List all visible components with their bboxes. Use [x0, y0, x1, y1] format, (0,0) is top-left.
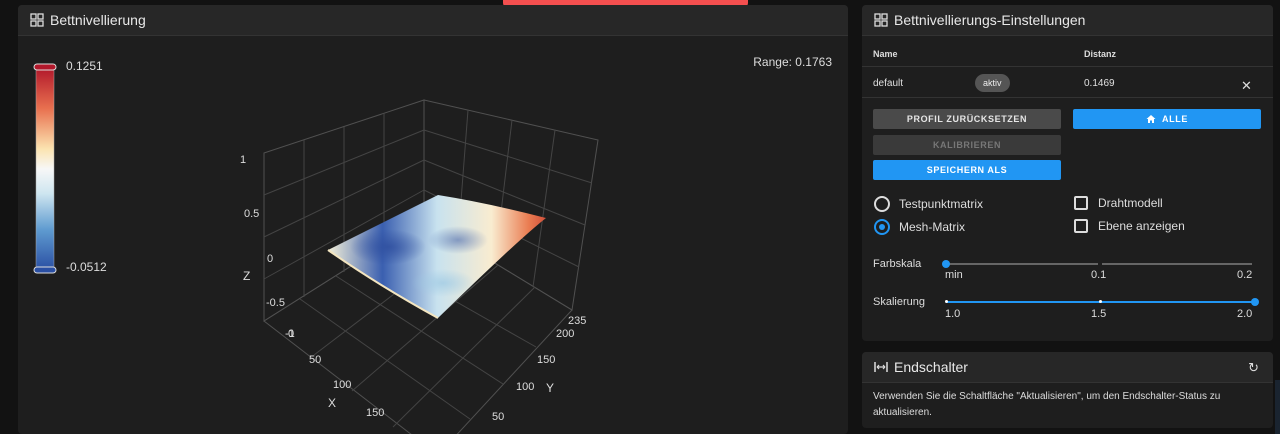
endstops-info-text: Verwenden Sie die Schaltfläche "Aktualis… [873, 391, 1221, 418]
x-axis-label: X [328, 396, 336, 410]
z-axis: 1 0.5 0 -0.5 -1 Z [240, 154, 295, 340]
color-scale-label: Farbskala [873, 258, 922, 270]
color-scale-tick: 0.2 [1237, 269, 1253, 281]
x-tick: 50 [309, 354, 321, 366]
z-tick: 0 [267, 253, 273, 265]
endstops-panel-header: Endschalter [862, 352, 1273, 383]
y-axis: 50 100 150 200 235 Y [492, 315, 586, 423]
slider-thumb[interactable] [1251, 298, 1259, 306]
mesh-panel: Bettnivellierung Range: 0.1763 1 0.5 0 -… [18, 5, 848, 434]
profile-distance: 0.1469 [1084, 78, 1115, 89]
radio-icon [874, 196, 890, 212]
y-axis-label: Y [546, 381, 554, 395]
settings-panel-title: Bettnivellierungs-Einstellungen [894, 12, 1086, 28]
colorbar-max-handle[interactable] [33, 63, 57, 71]
slider-track [1102, 263, 1252, 265]
x-tick: 0 [288, 328, 294, 340]
wireframe-label: Drahtmodell [1098, 196, 1163, 210]
z-axis-label: Z [243, 269, 250, 283]
show-plane-label: Ebene anzeigen [1098, 219, 1185, 233]
divider [862, 66, 1273, 67]
color-bar [33, 63, 57, 274]
colorbar-min-handle[interactable] [33, 266, 57, 274]
delete-profile-icon[interactable]: ✕ [1241, 78, 1252, 94]
x-tick: 100 [333, 379, 351, 391]
background-edge [1275, 380, 1280, 434]
probe-matrix-radio[interactable]: Testpunktmatrix [874, 196, 983, 212]
grid-icon [30, 13, 44, 27]
slider-step [1099, 300, 1102, 303]
endstop-icon [874, 362, 888, 372]
checkbox-icon [1074, 196, 1088, 210]
column-header-name: Name [873, 49, 898, 59]
x-axis: 0 50 100 150 X [288, 328, 384, 419]
refresh-icon[interactable]: ↻ [1248, 360, 1259, 376]
checkbox-icon [1074, 219, 1088, 233]
y-tick: 100 [516, 381, 534, 393]
mesh-settings-panel: Bettnivellierungs-Einstellungen Name Dis… [862, 5, 1273, 341]
y-tick: 235 [568, 315, 586, 327]
divider [862, 97, 1273, 98]
mesh-panel-header: Bettnivellierung [18, 5, 848, 36]
mesh-panel-title: Bettnivellierung [50, 12, 146, 28]
endstops-panel-title: Endschalter [894, 359, 968, 375]
scaling-tick: 2.0 [1237, 308, 1253, 320]
z-tick: 1 [240, 154, 246, 166]
settings-panel-header: Bettnivellierungs-Einstellungen [862, 5, 1273, 36]
y-tick: 150 [537, 354, 555, 366]
colorbar-min-label: -0.0512 [66, 260, 107, 274]
z-tick: -0.5 [266, 297, 285, 309]
home-all-label: ALLE [1162, 114, 1188, 124]
mesh-matrix-label: Mesh-Matrix [899, 220, 966, 234]
probe-matrix-label: Testpunktmatrix [899, 197, 984, 211]
colorbar-max-label: 0.1251 [66, 59, 103, 73]
scaling-tick: 1.0 [945, 308, 961, 320]
save-as-button[interactable]: SPEICHERN ALS [873, 160, 1061, 180]
mesh-matrix-radio[interactable]: Mesh-Matrix [874, 219, 965, 235]
active-badge: aktiv [975, 74, 1010, 92]
slider-step [945, 300, 948, 303]
color-scale-tick: 0.1 [1091, 269, 1107, 281]
show-plane-checkbox[interactable]: Ebene anzeigen [1074, 219, 1185, 233]
mesh-plot[interactable]: 1 0.5 0 -0.5 -1 Z 0 50 100 150 X 50 100 … [18, 35, 848, 434]
home-all-button[interactable]: ALLE [1073, 109, 1261, 129]
mesh-surface[interactable] [327, 195, 546, 319]
wireframe-checkbox[interactable]: Drahtmodell [1074, 196, 1163, 210]
profile-name[interactable]: default [873, 78, 903, 89]
x-tick: 150 [366, 407, 384, 419]
scaling-tick: 1.5 [1091, 308, 1107, 320]
slider-thumb[interactable] [942, 260, 950, 268]
scaling-label: Skalierung [873, 296, 925, 308]
slider-track [946, 263, 1098, 265]
column-header-distance: Distanz [1084, 49, 1117, 59]
endstops-panel: Endschalter ↻ Verwenden Sie die Schaltfl… [862, 352, 1273, 428]
y-tick: 200 [556, 328, 574, 340]
reset-profile-button[interactable]: PROFIL ZURÜCKSETZEN [873, 109, 1061, 129]
home-icon [1146, 115, 1156, 123]
radio-selected-icon [874, 219, 890, 235]
z-tick: 0.5 [244, 208, 259, 220]
y-tick: 50 [492, 411, 504, 423]
color-scale-tick: min [945, 269, 963, 281]
grid-icon [874, 13, 888, 27]
calibrate-button[interactable]: KALIBRIEREN [873, 135, 1061, 155]
